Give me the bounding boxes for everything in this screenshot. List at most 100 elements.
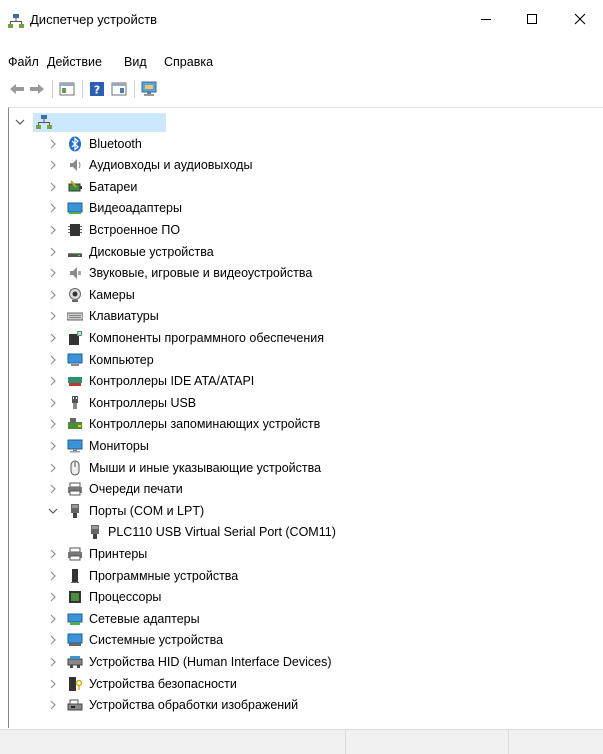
- tree-item[interactable]: Программные устройства: [9, 566, 599, 587]
- tree-item[interactable]: Камеры: [9, 285, 599, 306]
- tree-item-label: Мониторы: [89, 439, 149, 453]
- tree-item[interactable]: Контроллеры запоминающих устройств: [9, 414, 599, 435]
- port-icon: [67, 503, 83, 519]
- tree-item[interactable]: Bluetooth: [9, 134, 599, 155]
- chevron-right-icon[interactable]: [48, 678, 58, 690]
- toolbar-separator: [134, 80, 135, 98]
- back-icon[interactable]: [8, 80, 26, 98]
- tree-item[interactable]: Процессоры: [9, 587, 599, 608]
- chevron-right-icon[interactable]: [48, 440, 58, 452]
- tree-item-label: Принтеры: [89, 547, 148, 561]
- usb-icon: [67, 395, 83, 411]
- chevron-right-icon[interactable]: [48, 418, 58, 430]
- chevron-right-icon[interactable]: [48, 246, 58, 258]
- tree-item-label: Дисковые устройства: [89, 244, 214, 259]
- keyboard-icon: [66, 308, 84, 324]
- tree-root[interactable]: [9, 112, 599, 133]
- tree-item-label: Системные устройства: [89, 633, 224, 648]
- status-separator: [345, 730, 346, 754]
- chevron-right-icon[interactable]: [48, 332, 58, 344]
- tree-item[interactable]: Мониторы: [9, 436, 599, 457]
- menu-action[interactable]: Действие: [47, 55, 102, 69]
- tree-root-selection: [33, 113, 166, 132]
- window-title: Диспетчер устройств: [30, 12, 158, 27]
- tree-item[interactable]: Контроллеры USB: [9, 393, 599, 414]
- chevron-down-icon[interactable]: [15, 116, 25, 128]
- tree-item[interactable]: Встроенное ПО: [9, 220, 599, 241]
- chevron-right-icon[interactable]: [48, 354, 58, 366]
- chevron-right-icon[interactable]: [48, 483, 58, 495]
- menu-help[interactable]: Справка: [164, 55, 213, 69]
- chevron-right-icon[interactable]: [48, 591, 58, 603]
- toolbar-separator: [52, 80, 53, 98]
- chevron-right-icon[interactable]: [48, 548, 58, 560]
- chevron-right-icon[interactable]: [48, 224, 58, 236]
- tree-item[interactable]: Принтеры: [9, 544, 599, 565]
- tree-item-label: Программные устройства: [89, 568, 239, 583]
- chevron-right-icon[interactable]: [48, 570, 58, 582]
- view-icon[interactable]: [110, 80, 128, 98]
- tree-item[interactable]: Очереди печати: [9, 479, 599, 500]
- tree-item[interactable]: Аудиовходы и аудиовыходы: [9, 155, 599, 176]
- tree-item-label: Устройства HID (Human Interface Devices): [89, 655, 332, 669]
- device-manager-icon: [8, 13, 24, 29]
- monitor-icon[interactable]: [140, 80, 158, 98]
- help-icon[interactable]: ?: [88, 80, 106, 98]
- chevron-right-icon[interactable]: [48, 159, 58, 171]
- chevron-right-icon[interactable]: [48, 289, 58, 301]
- chevron-right-icon[interactable]: [48, 181, 58, 193]
- tree-item[interactable]: Устройства HID (Human Interface Devices): [9, 652, 599, 673]
- processor-icon: [67, 589, 83, 605]
- device-tree[interactable]: Bluetooth Аудиовходы и аудиовыходы Батареи…: [8, 107, 603, 728]
- audio-icon: [67, 157, 83, 173]
- tree-item[interactable]: Компоненты программного обеспечения: [9, 328, 599, 349]
- tree-item-label: Контроллеры IDE ATA/ATAPI: [89, 374, 255, 389]
- chevron-right-icon[interactable]: [48, 699, 58, 711]
- toolbar-separator: [82, 80, 83, 98]
- tree-item-label: Батареи: [89, 179, 138, 194]
- status-separator: [508, 730, 509, 754]
- minimize-button[interactable]: [463, 0, 509, 38]
- tree-item[interactable]: Дисковые устройства: [9, 242, 599, 263]
- tree-item[interactable]: Звуковые, игровые и видеоустройства: [9, 263, 599, 284]
- menu-view[interactable]: Вид: [124, 55, 147, 69]
- tree-item[interactable]: Устройства безопасности: [9, 674, 599, 695]
- tree-item[interactable]: Устройства обработки изображений: [9, 695, 599, 716]
- network-adapter-icon: [67, 611, 83, 627]
- tree-item[interactable]: Мыши и иные указывающие устройства: [9, 458, 599, 479]
- chevron-right-icon[interactable]: [48, 375, 58, 387]
- tree-item[interactable]: Системные устройства: [9, 630, 599, 651]
- title-bar[interactable]: Диспетчер устройств: [0, 0, 603, 38]
- tree-item[interactable]: Сетевые адаптеры: [9, 609, 599, 630]
- chevron-right-icon[interactable]: [48, 310, 58, 322]
- properties-icon[interactable]: [58, 80, 76, 98]
- toolbar: ?: [0, 77, 603, 101]
- tree-item-label: Клавиатуры: [89, 309, 159, 324]
- chevron-right-icon[interactable]: [48, 138, 58, 150]
- print-queue-icon: [67, 481, 83, 497]
- menu-file[interactable]: Файл: [8, 55, 39, 69]
- chevron-right-icon[interactable]: [48, 202, 58, 214]
- forward-icon[interactable]: [28, 80, 46, 98]
- chevron-right-icon[interactable]: [48, 462, 58, 474]
- tree-item-label: Аудиовходы и аудиовыходы: [89, 158, 253, 173]
- close-button[interactable]: [557, 0, 603, 38]
- tree-item-label: Компьютер: [89, 352, 154, 367]
- tree-item[interactable]: Клавиатуры: [9, 306, 599, 327]
- chevron-down-icon[interactable]: [48, 505, 58, 517]
- tree-item[interactable]: Видеоадаптеры: [9, 198, 599, 219]
- maximize-button[interactable]: [509, 0, 555, 38]
- tree-item-label: Мыши и иные указывающие устройства: [89, 460, 322, 475]
- tree-item[interactable]: Компьютер: [9, 350, 599, 371]
- tree-item[interactable]: Порты (COM и LPT): [9, 501, 599, 522]
- chevron-right-icon[interactable]: [48, 397, 58, 409]
- chevron-right-icon[interactable]: [48, 656, 58, 668]
- chevron-right-icon[interactable]: [48, 634, 58, 646]
- display-adapter-icon: [67, 200, 83, 216]
- tree-item[interactable]: Контроллеры IDE ATA/ATAPI: [9, 371, 599, 392]
- tree-child-item[interactable]: PLC110 USB Virtual Serial Port (COM11): [9, 522, 599, 543]
- chevron-right-icon[interactable]: [48, 267, 58, 279]
- tree-item[interactable]: Батареи: [9, 177, 599, 198]
- tree-item-label: Устройства обработки изображений: [89, 698, 299, 713]
- chevron-right-icon[interactable]: [48, 613, 58, 625]
